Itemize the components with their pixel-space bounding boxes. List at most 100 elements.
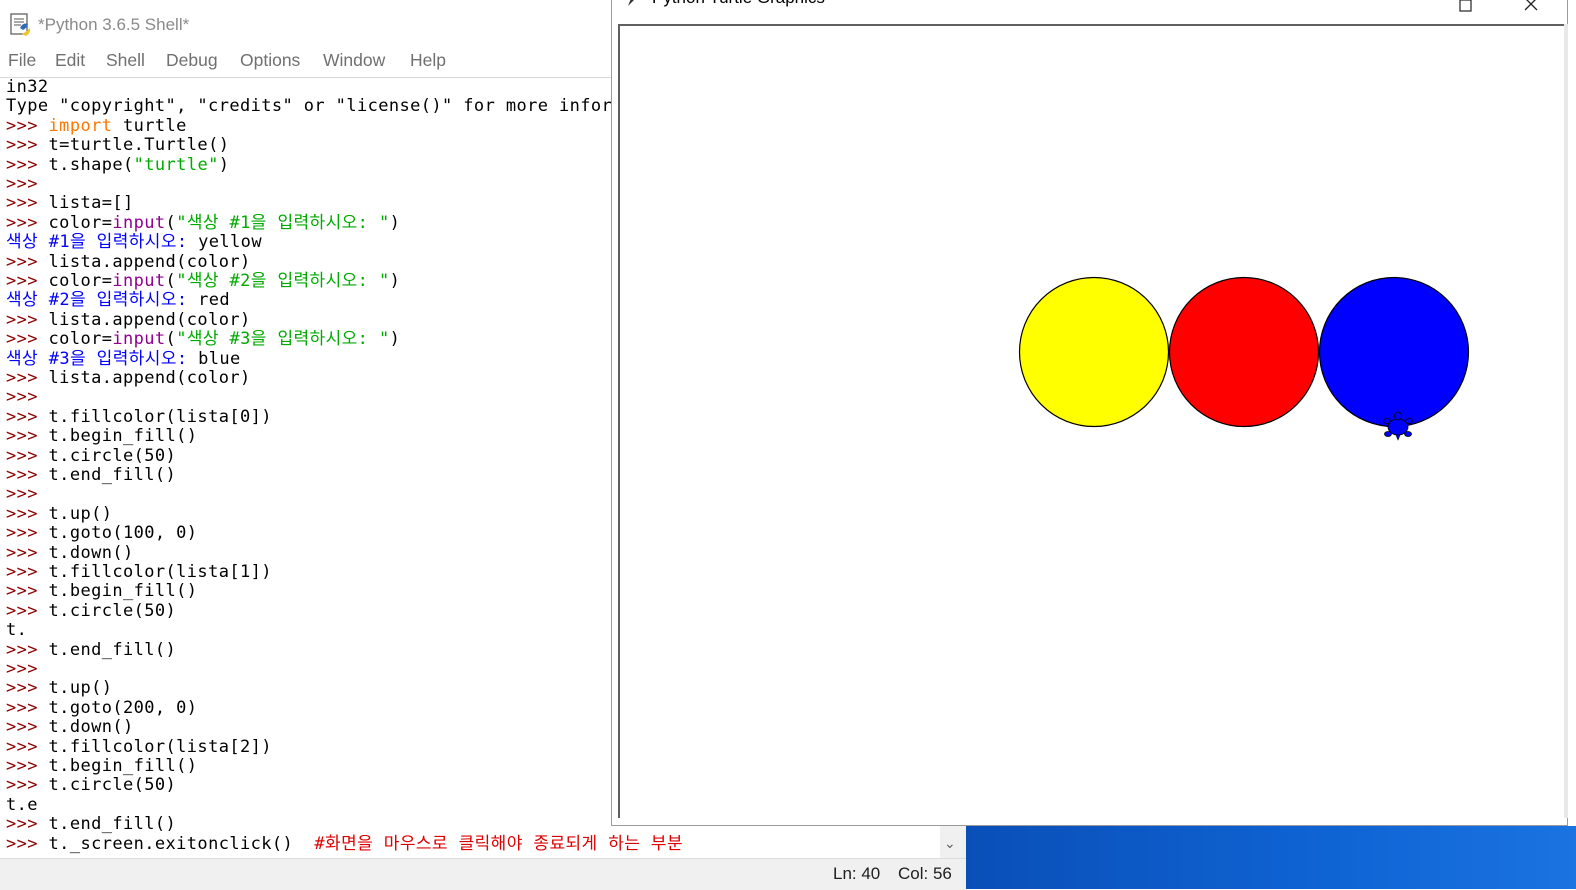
shell-line: >>> t.circle(50) — [6, 776, 176, 795]
shell-prompt: >>> — [6, 756, 49, 776]
shell-line: >>> t.end_fill() — [6, 466, 176, 485]
shell-line: >>> — [6, 175, 49, 194]
turtle-titlebar[interactable]: Python Turtle Graphics — [612, 0, 1567, 22]
shell-prompt: >>> — [6, 115, 49, 136]
shell-line: 색상 #3을 입력하시오: blue — [6, 348, 241, 369]
shell-statusbar: Ln: 40 Col: 56 — [0, 858, 966, 890]
shell-prompt: >>> — [6, 736, 49, 757]
shell-token: t. — [6, 620, 28, 641]
shell-token: t.shape( — [48, 154, 134, 175]
shell-token: t.circle(50) — [48, 775, 177, 796]
shell-line: >>> t=turtle.Turtle() — [6, 136, 229, 155]
shell-token: "turtle" — [133, 154, 219, 175]
status-line-number: Ln: 40 — [833, 864, 881, 883]
shell-token: t.e — [6, 794, 38, 815]
shell-line: >>> t.begin_fill() — [6, 757, 197, 776]
shell-token: input — [112, 212, 166, 233]
shell-token: red — [198, 290, 231, 311]
shell-token: ( — [165, 329, 177, 350]
shell-token: ) — [389, 212, 401, 233]
turtle-window-title: Python Turtle Graphics — [652, 0, 825, 8]
shell-token: ) — [218, 154, 230, 175]
shell-prompt: >>> — [6, 697, 49, 718]
shell-line: t. — [6, 621, 27, 640]
shell-token: t.begin_fill() — [48, 756, 198, 776]
shell-prompt: >>> — [6, 833, 49, 854]
shell-token: 색상 #2을 입력하시오: — [6, 290, 199, 311]
shell-token: Type "copyright", "credits" or "license(… — [6, 96, 623, 117]
shell-token: #화면을 마우스로 클릭해야 종료되게 하는 부분 — [314, 833, 683, 854]
shell-token: t.begin_fill() — [48, 581, 198, 602]
shell-prompt: >>> — [6, 154, 49, 175]
shell-line: >>> t.fillcolor(lista[2]) — [6, 736, 272, 757]
shell-line: >>> lista.append(color) — [6, 252, 251, 272]
shell-token: color= — [48, 271, 113, 291]
shell-line: >>> color=input("색상 #1을 입력하시오: ") — [6, 212, 401, 233]
shell-prompt: >>> — [6, 581, 49, 602]
shell-line: >>> t.begin_fill() — [6, 427, 197, 446]
shell-token: "색상 #3을 입력하시오: " — [176, 329, 390, 350]
desktop-background — [966, 826, 1576, 889]
canvas-scrollbar[interactable] — [1564, 24, 1568, 818]
shell-token: t.end_fill() — [48, 814, 177, 835]
shell-line: >>> — [6, 660, 49, 679]
shell-token: yellow — [198, 232, 262, 253]
shell-prompt: >>> — [6, 639, 49, 660]
shell-line: >>> t.down() — [6, 542, 134, 563]
shell-line: >>> t.up() — [6, 504, 112, 524]
shell-line: >>> t.shape("turtle") — [6, 154, 230, 175]
shell-token: lista=[] — [48, 193, 134, 214]
shell-line: >>> — [6, 388, 49, 407]
turtle-drawing — [1018, 276, 1470, 441]
turtle-graphics-window: Python Turtle Graphics — [611, 0, 1568, 826]
shell-prompt: >>> — [6, 406, 49, 427]
shell-prompt: >>> — [6, 717, 49, 738]
shell-prompt: >>> — [6, 271, 49, 291]
shell-token: import — [48, 115, 113, 136]
menu-file[interactable]: File — [8, 50, 36, 71]
turtle-canvas[interactable] — [618, 24, 1564, 818]
shell-token: in32 — [6, 78, 49, 97]
close-icon[interactable] — [1517, 0, 1547, 16]
shell-line: >>> t.goto(200, 0) — [6, 697, 197, 718]
menu-debug[interactable]: Debug — [166, 50, 218, 71]
shell-token: t.down() — [48, 542, 134, 563]
menu-help[interactable]: Help — [410, 50, 446, 71]
shell-line: in32 — [6, 78, 49, 97]
shell-prompt: >>> — [6, 678, 49, 699]
red-circle — [1168, 276, 1320, 428]
shell-token: t.fillcolor(lista[0]) — [48, 406, 272, 427]
scroll-down-arrow-icon[interactable]: ⌄ — [944, 836, 956, 852]
shell-token: ( — [165, 212, 177, 233]
shell-token: lista.append(color) — [48, 368, 251, 388]
shell-line: >>> t.fillcolor(lista[0]) — [6, 406, 272, 427]
shell-line: >>> lista.append(color) — [6, 369, 251, 388]
shell-line: >>> lista=[] — [6, 194, 134, 213]
shell-line: >>> t.circle(50) — [6, 446, 176, 466]
shell-prompt: >>> — [6, 484, 49, 505]
shell-prompt: >>> — [6, 562, 49, 582]
blue-circle — [1318, 276, 1470, 428]
shell-prompt: >>> — [6, 368, 49, 388]
menu-edit[interactable]: Edit — [55, 50, 85, 71]
shell-prompt: >>> — [6, 659, 49, 679]
shell-line: >>> — [6, 485, 49, 504]
shell-prompt: >>> — [6, 814, 49, 835]
shell-prompt: >>> — [6, 542, 49, 563]
shell-line: >>> import turtle — [6, 115, 187, 136]
shell-token: t.down() — [48, 717, 134, 738]
menu-window[interactable]: Window — [323, 50, 385, 71]
shell-token: 색상 #1을 입력하시오: — [6, 232, 199, 253]
maximize-icon[interactable] — [1452, 0, 1482, 16]
shell-prompt: >>> — [6, 193, 49, 214]
shell-token: "색상 #2을 입력하시오: " — [176, 271, 390, 291]
shell-line: Type "copyright", "credits" or "license(… — [6, 97, 623, 116]
shell-token: t.up() — [48, 678, 113, 699]
shell-token: ) — [389, 271, 401, 291]
menu-options[interactable]: Options — [240, 50, 300, 71]
shell-token: blue — [198, 348, 241, 369]
shell-token: t.end_fill() — [48, 639, 177, 660]
menu-shell[interactable]: Shell — [106, 50, 145, 71]
shell-token: t.end_fill() — [48, 465, 177, 485]
shell-prompt: >>> — [6, 135, 49, 156]
